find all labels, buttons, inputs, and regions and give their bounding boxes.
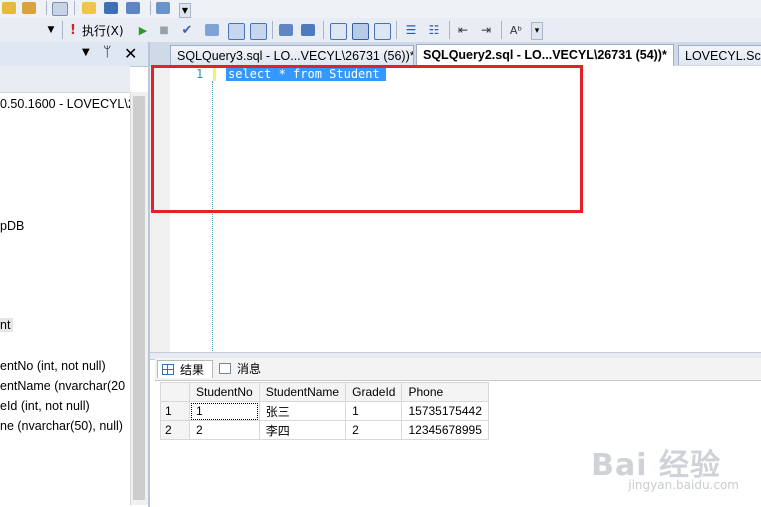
database-icon[interactable] (22, 2, 36, 14)
tab-messages-label: 消息 (237, 362, 262, 376)
tab-sqlquery3[interactable]: SQLQuery3.sql - LO...VECYL\26731 (56))* (170, 45, 414, 65)
debug-play-icon[interactable]: ▶ (137, 22, 149, 38)
tree-item-column[interactable]: eId (int, not null) (0, 399, 90, 413)
client-stats-icon[interactable] (301, 24, 315, 36)
results-grid: StudentNo StudentName GradeId Phone 1 1 … (160, 382, 489, 440)
open-folder-icon[interactable] (82, 2, 96, 14)
scrollbar-thumb[interactable] (133, 96, 145, 500)
results-tabs: 结果 消息 (155, 358, 761, 381)
new-query-icon[interactable] (2, 2, 16, 14)
results-to-grid-icon[interactable] (352, 23, 369, 40)
grid-cell[interactable]: 张三 (258, 401, 347, 421)
execute-label: 执行(X) (81, 23, 124, 38)
tab-results-label: 结果 (180, 363, 205, 377)
grid-cell[interactable]: 2 (189, 420, 260, 440)
stop-icon[interactable]: ■ (158, 22, 170, 38)
column-header[interactable]: StudentNo (189, 382, 260, 402)
object-explorer-toolbar (0, 66, 130, 93)
include-plan-icon[interactable] (279, 24, 293, 36)
specify-values-icon[interactable]: Aᵇ (508, 22, 524, 38)
toolbar-top: ▼ (0, 0, 761, 19)
row-number[interactable]: 2 (160, 420, 190, 440)
grid-cell[interactable]: 15735175442 (401, 401, 489, 421)
object-explorer-panel: ▼ ᛘ ✕ 0.50.1600 - LOVECYL\2 pDB nt entNo… (0, 42, 149, 507)
column-header[interactable]: GradeId (345, 382, 403, 402)
exclamation-icon: ! (70, 22, 76, 38)
toolbar-overflow-icon[interactable]: ▼ (179, 3, 191, 18)
object-explorer-header: ▼ ᛘ ✕ (0, 42, 148, 67)
grid-header-row: StudentNo StudentName GradeId Phone (160, 382, 489, 402)
display-plan-icon[interactable] (205, 24, 219, 36)
save-icon[interactable] (104, 2, 118, 14)
grid-cell[interactable]: 1 (345, 401, 403, 421)
document-tabs: SQLQuery3.sql - LO...VECYL\26731 (56))* … (148, 42, 761, 67)
increase-indent-icon[interactable]: ⇥ (479, 22, 493, 38)
grid-cell[interactable]: 李四 (258, 420, 347, 440)
column-header[interactable]: Phone (401, 382, 489, 402)
database-dropdown-chevron-icon[interactable]: ▼ (46, 23, 56, 37)
decrease-indent-icon[interactable]: ⇤ (456, 22, 470, 38)
grid-cell[interactable]: 2 (345, 420, 403, 440)
tab-messages[interactable]: 消息 (215, 360, 271, 378)
activity-monitor-icon[interactable] (156, 2, 170, 14)
execute-button[interactable]: ! 执行(X) (68, 20, 126, 40)
highlight-box (151, 65, 583, 213)
tree-item-server[interactable]: 0.50.1600 - LOVECYL\2 (0, 97, 135, 111)
intellisense-icon[interactable] (250, 23, 267, 40)
grid-cell[interactable]: 1 (189, 401, 260, 421)
message-icon (219, 363, 231, 374)
document-icon[interactable] (52, 2, 68, 16)
table-row: 2 2 李四 2 12345678995 (160, 420, 489, 440)
query-options-icon[interactable] (228, 23, 245, 40)
row-header-corner (160, 382, 190, 402)
row-number[interactable]: 1 (160, 401, 190, 421)
tab-sqlquery2[interactable]: SQLQuery2.sql - LO...VECYL\26731 (54))* (416, 44, 674, 66)
results-to-file-icon[interactable] (374, 23, 391, 40)
object-explorer-scrollbar[interactable] (130, 92, 148, 505)
toolbar-sql-editor: ▼ ! 执行(X) ▶ ■ ✔ ☰ ☷ ⇤ ⇥ Aᵇ ▾ (0, 18, 761, 43)
tree-item-database[interactable]: pDB (0, 219, 24, 233)
watermark-url: jingyan.baidu.com (628, 478, 739, 492)
column-header[interactable]: StudentName (258, 382, 347, 402)
table-row: 1 1 张三 1 15735175442 (160, 401, 489, 421)
uncomment-icon[interactable]: ☷ (427, 22, 441, 38)
toolbar-overflow-icon[interactable]: ▾ (531, 22, 543, 40)
tab-lovecyl-schema[interactable]: LOVECYL.Sch (678, 45, 761, 65)
grid-icon (162, 364, 174, 375)
save-all-icon[interactable] (126, 2, 140, 14)
tree-item-table[interactable]: nt (0, 318, 14, 332)
pin-icon[interactable]: ᛘ (103, 44, 111, 60)
parse-check-icon[interactable]: ✔ (180, 22, 194, 38)
comment-icon[interactable]: ☰ (404, 22, 418, 38)
results-to-text-icon[interactable] (330, 23, 347, 40)
grid-cell[interactable]: 12345678995 (401, 420, 489, 440)
tab-results[interactable]: 结果 (157, 360, 213, 378)
tree-item-column[interactable]: entNo (int, not null) (0, 359, 106, 373)
close-icon[interactable]: ✕ (124, 44, 137, 63)
panel-menu-chevron-icon[interactable]: ▼ (82, 47, 90, 58)
tree-item-column[interactable]: entName (nvarchar(20 (0, 379, 125, 393)
tree-item-column[interactable]: ne (nvarchar(50), null) (0, 419, 123, 433)
